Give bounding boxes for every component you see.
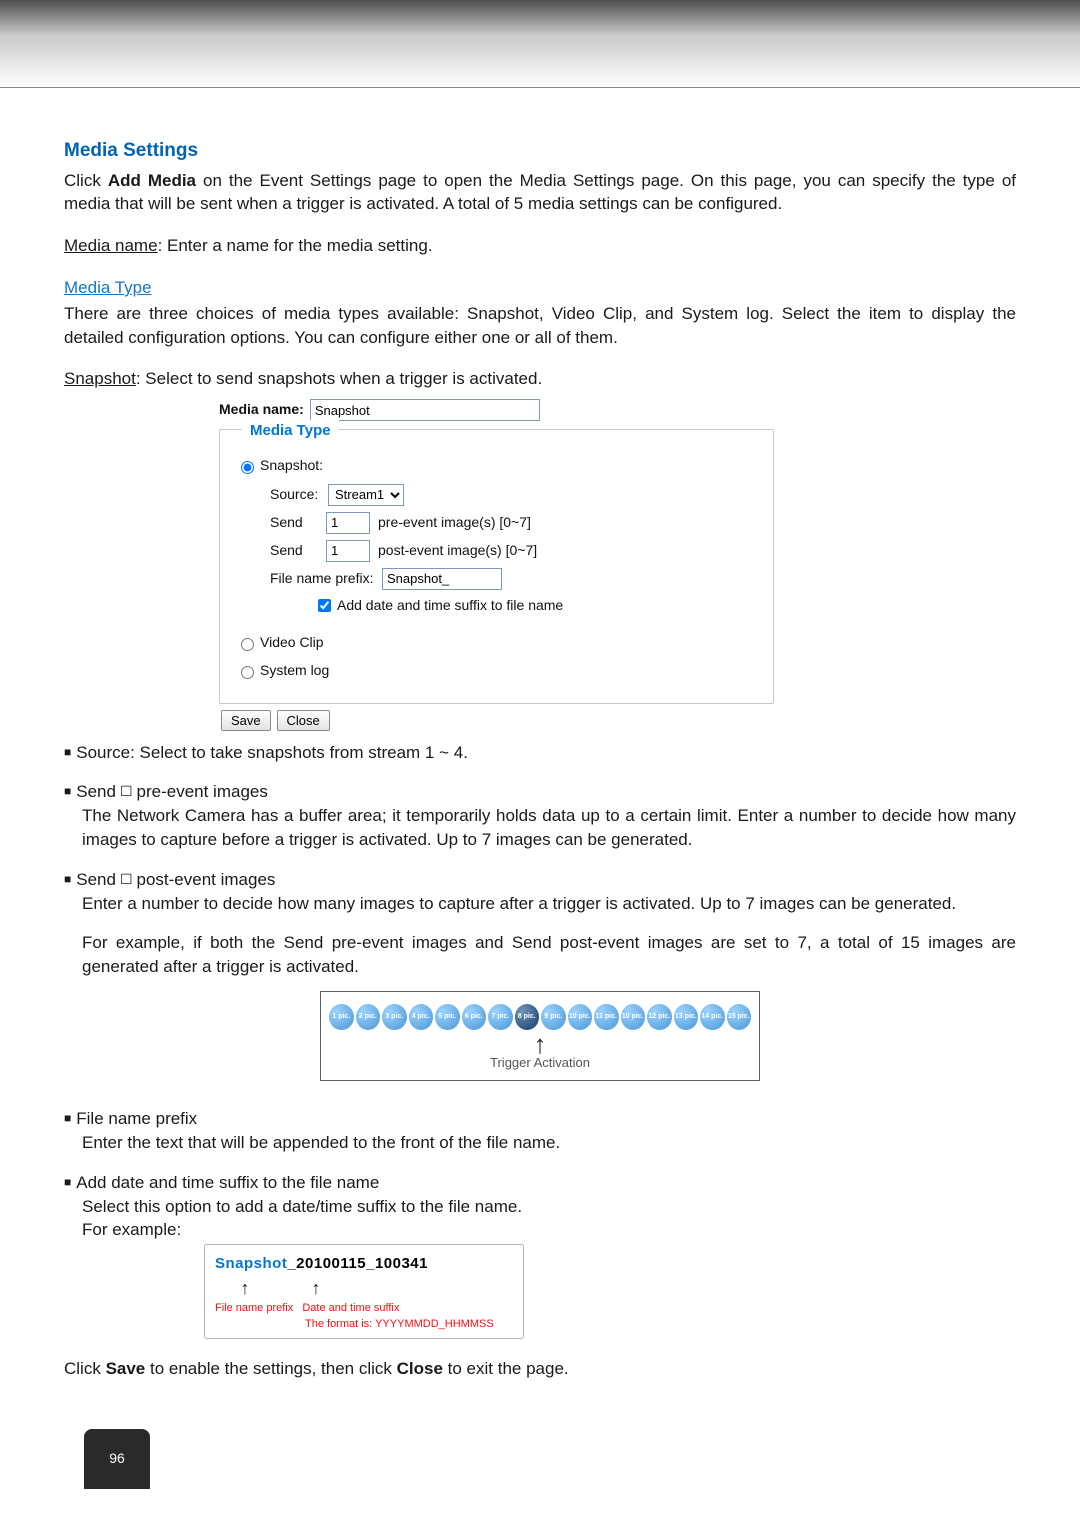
fieldset-legend: Media Type (242, 420, 339, 441)
filename-example-box: Snapshot_20100115_100341 ↑ ↑ File name p… (204, 1244, 524, 1339)
trigger-caption: Trigger Activation (329, 1054, 751, 1072)
header-gradient (0, 0, 1080, 88)
pic-bubble: 5 pic. (435, 1004, 460, 1030)
bullet-prefix: ■ File name prefix (64, 1107, 1016, 1131)
add-suffix-checkbox[interactable] (318, 599, 331, 612)
bullet-pre-body: The Network Camera has a buffer area; it… (82, 804, 1016, 852)
bullet-post-body1: Enter a number to decide how many images… (82, 892, 1016, 916)
snapshot-desc: : Select to send snapshots when a trigge… (136, 369, 542, 388)
pic-bubble: 10 pic. (568, 1004, 593, 1030)
snapshot-heading: Snapshot: Select to send snapshots when … (64, 367, 1016, 391)
section-title: Media Settings (64, 138, 1016, 165)
bullet-source-text: Source: Select to take snapshots from st… (76, 743, 468, 762)
send-pre-label: Send (270, 513, 326, 533)
pic-bubble: 4 pic. (409, 1004, 434, 1030)
snapshot-radio-label: Snapshot: (260, 456, 323, 476)
media-type-link[interactable]: Media Type (64, 278, 152, 297)
pic-bubble: 12 pic. (647, 1004, 672, 1030)
filename-labels: File name prefix Date and time suffix (215, 1301, 513, 1316)
bullet-suffix: ■ Add date and time suffix to the file na… (64, 1171, 1016, 1195)
media-name-label: Media name (64, 236, 158, 255)
snapshot-radio[interactable] (241, 461, 254, 474)
pic-bubble: 1 pic. (329, 1004, 354, 1030)
video-clip-radio[interactable] (241, 638, 254, 651)
save-button[interactable]: Save (221, 710, 271, 731)
media-name-line: Media name: Enter a name for the media s… (64, 234, 1016, 258)
close-button[interactable]: Close (277, 710, 330, 731)
media-type-desc: There are three choices of media types a… (64, 302, 1016, 350)
source-label: Source: (270, 485, 328, 505)
pic-bubble: 11 pic. (594, 1004, 619, 1030)
media-name-field-label: Media name: (219, 400, 304, 420)
pic-bubble: 15 pic. (727, 1004, 752, 1030)
pic-bubble: 14 pic. (700, 1004, 725, 1030)
system-log-radio[interactable] (241, 666, 254, 679)
bullet-pre: ■Send☐pre-event images (64, 780, 1016, 804)
bullet-suffix-body: Select this option to add a date/time su… (82, 1195, 1016, 1219)
filename-sample-suffix: _20100115_100341 (287, 1255, 428, 1272)
pic-bubble: 10 pic. (621, 1004, 646, 1030)
system-log-label: System log (260, 661, 329, 681)
bullet-post-body2: For example, if both the Send pre-event … (82, 931, 1016, 979)
pic-bubble: 6 pic. (462, 1004, 487, 1030)
pre-event-suffix: pre-event image(s) [0~7] (378, 513, 531, 533)
intro-paragraph: Click Add Media on the Event Settings pa… (64, 169, 1016, 217)
bullet-prefix-title: File name prefix (76, 1109, 197, 1128)
post-event-suffix: post-event image(s) [0~7] (378, 541, 537, 561)
pic-bubbles-row: 1 pic.2 pic.3 pic.4 pic.5 pic.6 pic.7 pi… (329, 1004, 751, 1030)
filename-sample: Snapshot_20100115_100341 (215, 1253, 513, 1274)
closing-paragraph: Click Save to enable the settings, then … (64, 1357, 1016, 1381)
media-name-input[interactable] (310, 399, 540, 421)
square-bullet-icon: ■ (64, 1175, 71, 1189)
square-bullet-icon: ■ (64, 784, 71, 798)
post-event-input[interactable] (326, 540, 370, 562)
snapshot-options: Source: Stream1 Send pre-event image(s) … (270, 484, 757, 616)
prefix-label: File name prefix: (270, 569, 382, 589)
add-suffix-label: Add date and time suffix to file name (337, 596, 563, 616)
trigger-activation-diagram: 1 pic.2 pic.3 pic.4 pic.5 pic.6 pic.7 pi… (320, 991, 760, 1081)
filename-prefix-input[interactable] (382, 568, 502, 590)
bullet-source: ■ Source: Select to take snapshots from s… (64, 741, 1016, 765)
video-clip-label: Video Clip (260, 633, 324, 653)
bullet-post: ■Send☐post-event images (64, 868, 1016, 892)
filename-arrows: ↑ ↑ (215, 1276, 513, 1301)
filename-format: The format is: YYYYMMDD_HHMMSS (305, 1317, 513, 1332)
snapshot-label: Snapshot (64, 369, 136, 388)
pic-bubble: 3 pic. (382, 1004, 407, 1030)
pic-bubble: 13 pic. (674, 1004, 699, 1030)
filename-sample-prefix: Snapshot (215, 1255, 287, 1272)
media-name-desc: : Enter a name for the media setting. (158, 236, 433, 255)
pre-event-input[interactable] (326, 512, 370, 534)
pic-bubble: 9 pic. (541, 1004, 566, 1030)
arrow-up-icon: ↑ (266, 1276, 366, 1301)
source-select[interactable]: Stream1 (328, 484, 404, 506)
bullet-suffix-title: Add date and time suffix to the file nam… (76, 1173, 379, 1192)
page-body: Media Settings Click Add Media on the Ev… (0, 88, 1080, 1509)
bullet-prefix-body: Enter the text that will be appended to … (82, 1131, 1016, 1155)
media-settings-form-figure: Media name: Media Type Snapshot: Source:… (219, 399, 774, 730)
filename-prefix-label: File name prefix (215, 1301, 293, 1316)
for-example: For example: (82, 1218, 1016, 1242)
page-number-badge: 96 (84, 1429, 150, 1489)
media-type-fieldset: Media Type Snapshot: Source: Stream1 Sen… (219, 429, 774, 703)
square-bullet-icon: ■ (64, 745, 71, 759)
square-bullet-icon: ■ (64, 1111, 71, 1125)
arrow-up-icon: ↑ (329, 1034, 751, 1054)
pic-bubble: 8 pic. (515, 1004, 540, 1030)
pic-bubble: 7 pic. (488, 1004, 513, 1030)
pic-bubble: 2 pic. (356, 1004, 381, 1030)
square-bullet-icon: ■ (64, 872, 71, 886)
filename-suffix-label: Date and time suffix (302, 1301, 399, 1316)
send-post-label: Send (270, 541, 326, 561)
